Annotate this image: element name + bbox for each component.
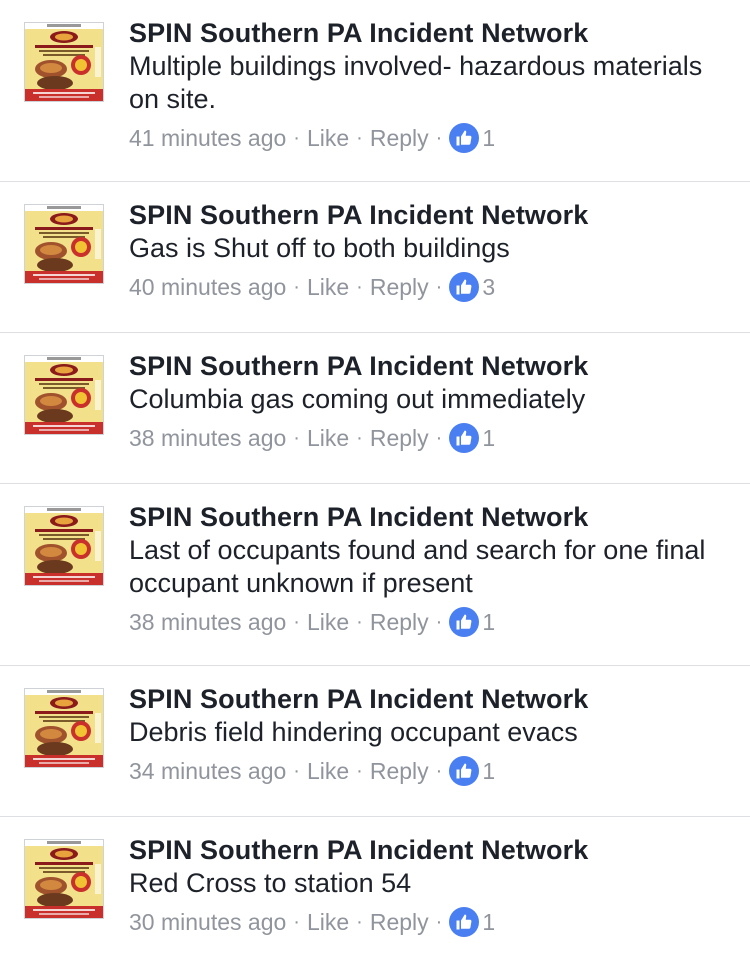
separator-dot: · (435, 126, 443, 149)
separator-dot: · (356, 610, 363, 633)
like-button[interactable]: Like (307, 758, 349, 785)
reaction-count: 1 (482, 424, 496, 451)
comment-author[interactable]: SPIN Southern PA Incident Network (129, 500, 730, 534)
reaction-summary[interactable]: 1 (449, 607, 495, 637)
reply-button[interactable]: Reply (370, 909, 429, 936)
fundraiser-flyer-avatar-icon[interactable] (24, 688, 104, 768)
comment-meta: 38 minutes ago · Like · Reply · 1 (129, 605, 730, 639)
thumbs-up-icon (449, 123, 480, 153)
comment-meta: 38 minutes ago · Like · Reply · 1 (129, 421, 730, 455)
thumbs-up-icon (449, 423, 480, 453)
reaction-summary[interactable]: 1 (449, 123, 495, 153)
reaction-summary[interactable]: 1 (449, 756, 495, 786)
comment-item: SPIN Southern PA Incident Network Multip… (0, 0, 750, 182)
fundraiser-flyer-avatar-icon[interactable] (24, 355, 104, 435)
comment-timestamp[interactable]: 40 minutes ago (129, 274, 286, 301)
comment-author[interactable]: SPIN Southern PA Incident Network (129, 198, 730, 232)
separator-dot: · (356, 126, 363, 149)
thumbs-up-icon (449, 907, 480, 937)
thumbs-up-icon (449, 272, 480, 302)
like-button[interactable]: Like (307, 609, 349, 636)
separator-dot: · (356, 910, 363, 933)
separator-dot: · (293, 126, 300, 149)
separator-dot: · (435, 759, 443, 782)
comment-text: Multiple buildings involved- hazardous m… (129, 51, 703, 114)
reply-button[interactable]: Reply (370, 425, 429, 452)
reaction-count: 3 (482, 273, 496, 300)
comment-item: SPIN Southern PA Incident Network Gas is… (0, 182, 750, 333)
fundraiser-flyer-avatar-icon[interactable] (24, 22, 104, 102)
separator-dot: · (293, 275, 300, 298)
comment-timestamp[interactable]: 38 minutes ago (129, 425, 286, 452)
comment-text: Columbia gas coming out immediately (129, 384, 586, 414)
separator-dot: · (356, 759, 363, 782)
separator-dot: · (356, 426, 363, 449)
comment-author[interactable]: SPIN Southern PA Incident Network (129, 349, 730, 383)
like-button[interactable]: Like (307, 125, 349, 152)
comment-body: SPIN Southern PA Incident Network Multip… (129, 16, 730, 155)
like-button[interactable]: Like (307, 909, 349, 936)
comment-author[interactable]: SPIN Southern PA Incident Network (129, 682, 730, 716)
separator-dot: · (356, 275, 363, 298)
reply-button[interactable]: Reply (370, 125, 429, 152)
thumbs-up-icon (449, 607, 480, 637)
comment-author[interactable]: SPIN Southern PA Incident Network (129, 16, 730, 50)
separator-dot: · (435, 910, 443, 933)
reaction-summary[interactable]: 1 (449, 423, 495, 453)
comment-body: SPIN Southern PA Incident Network Last o… (129, 500, 730, 639)
reaction-summary[interactable]: 3 (449, 272, 495, 302)
comment-item: SPIN Southern PA Incident Network Debris… (0, 666, 750, 817)
reaction-count: 1 (482, 908, 496, 935)
comment-meta: 30 minutes ago · Like · Reply · 1 (129, 905, 730, 939)
comment-body: SPIN Southern PA Incident Network Red Cr… (129, 833, 730, 939)
comment-timestamp[interactable]: 30 minutes ago (129, 909, 286, 936)
like-button[interactable]: Like (307, 274, 349, 301)
comment-timestamp[interactable]: 34 minutes ago (129, 758, 286, 785)
comment-timestamp[interactable]: 41 minutes ago (129, 125, 286, 152)
comment-body: SPIN Southern PA Incident Network Columb… (129, 349, 730, 455)
comment-meta: 40 minutes ago · Like · Reply · 3 (129, 270, 730, 304)
separator-dot: · (293, 759, 300, 782)
comment-item: SPIN Southern PA Incident Network Last o… (0, 484, 750, 666)
thumbs-up-icon (449, 756, 480, 786)
comment-feed: SPIN Southern PA Incident Network Multip… (0, 0, 750, 968)
separator-dot: · (293, 426, 300, 449)
fundraiser-flyer-avatar-icon[interactable] (24, 204, 104, 284)
reaction-count: 1 (482, 757, 496, 784)
separator-dot: · (435, 426, 443, 449)
fundraiser-flyer-avatar-icon[interactable] (24, 839, 104, 919)
separator-dot: · (435, 275, 443, 298)
separator-dot: · (293, 610, 300, 633)
reaction-summary[interactable]: 1 (449, 907, 495, 937)
comment-author[interactable]: SPIN Southern PA Incident Network (129, 833, 730, 867)
comment-text: Red Cross to station 54 (129, 868, 412, 898)
reply-button[interactable]: Reply (370, 758, 429, 785)
comment-text: Last of occupants found and search for o… (129, 535, 706, 598)
reply-button[interactable]: Reply (370, 274, 429, 301)
separator-dot: · (293, 910, 300, 933)
comment-timestamp[interactable]: 38 minutes ago (129, 609, 286, 636)
fundraiser-flyer-avatar-icon[interactable] (24, 506, 104, 586)
comment-meta: 34 minutes ago · Like · Reply · 1 (129, 754, 730, 788)
comment-body: SPIN Southern PA Incident Network Debris… (129, 682, 730, 788)
comment-body: SPIN Southern PA Incident Network Gas is… (129, 198, 730, 304)
comment-item: SPIN Southern PA Incident Network Columb… (0, 333, 750, 484)
comment-item: SPIN Southern PA Incident Network Red Cr… (0, 817, 750, 968)
comment-text: Debris field hindering occupant evacs (129, 717, 578, 747)
separator-dot: · (435, 610, 443, 633)
reaction-count: 1 (482, 124, 496, 151)
reaction-count: 1 (482, 608, 496, 635)
like-button[interactable]: Like (307, 425, 349, 452)
comment-meta: 41 minutes ago · Like · Reply · 1 (129, 121, 730, 155)
reply-button[interactable]: Reply (370, 609, 429, 636)
comment-text: Gas is Shut off to both buildings (129, 233, 510, 263)
